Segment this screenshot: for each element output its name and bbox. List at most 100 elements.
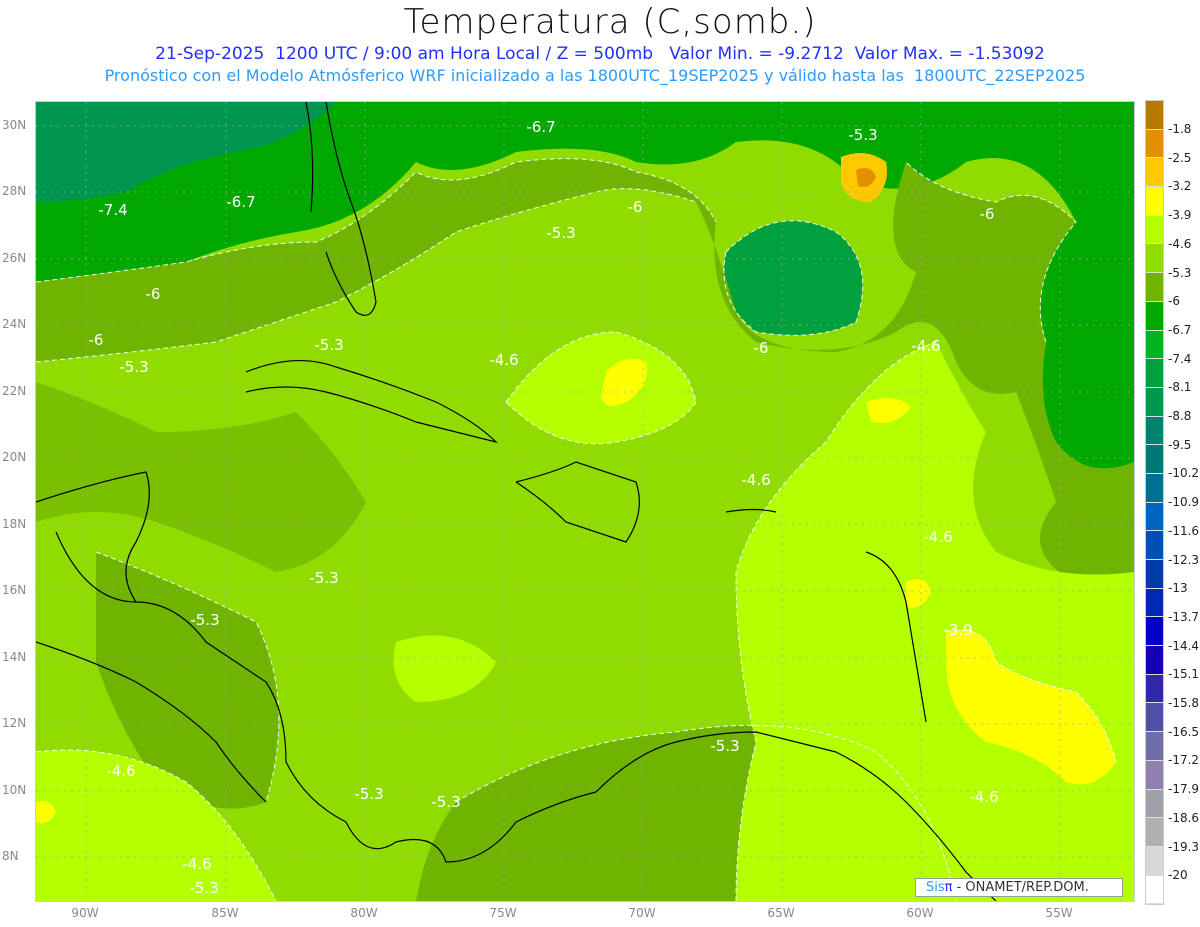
contour-label: -5.3 xyxy=(546,224,576,242)
colorbar-swatch xyxy=(1146,473,1163,503)
colorbar-swatch xyxy=(1146,215,1163,245)
field-yellowgreen-mid xyxy=(393,635,496,702)
contour-label: -4.6 xyxy=(489,351,519,369)
colorbar-swatch xyxy=(1146,818,1163,847)
lon-label: 85W xyxy=(211,906,239,920)
lon-label: 90W xyxy=(71,906,99,920)
colorbar-swatch xyxy=(1146,273,1163,302)
colorbar-label: -9.5 xyxy=(1168,437,1192,452)
colorbar-swatch xyxy=(1146,445,1163,474)
field-green-low xyxy=(724,220,863,336)
contour-label: -6.7 xyxy=(526,118,556,136)
contour-label: -4.6 xyxy=(911,337,941,355)
colorbar-swatch xyxy=(1146,301,1163,331)
colorbar-label: -4.6 xyxy=(1168,236,1192,251)
colorbar-swatch xyxy=(1146,129,1163,159)
colorbar xyxy=(1145,100,1164,906)
contour-label: -6 xyxy=(88,331,104,349)
colorbar-label: -8.8 xyxy=(1168,409,1192,423)
credit-text: - ONAMET/REP.DOM. xyxy=(956,880,1089,895)
colorbar-swatch xyxy=(1146,387,1163,417)
colorbar-label: -16.5 xyxy=(1168,724,1200,739)
colorbar-label: -8.1 xyxy=(1168,380,1192,395)
colorbar-swatch xyxy=(1146,760,1163,790)
field-yellowgreen-center xyxy=(506,332,696,444)
contour-label: -5.3 xyxy=(309,569,339,587)
colorbar-swatch xyxy=(1146,359,1163,388)
lat-label: 24N xyxy=(2,317,27,331)
colorbar-label: -6.7 xyxy=(1168,322,1192,337)
contour-label: -3.9 xyxy=(943,621,973,639)
contour-label: -5.3 xyxy=(190,611,220,629)
lat-label: 12N xyxy=(2,716,27,730)
contour-label: -5.3 xyxy=(848,126,878,144)
lat-label: 8N xyxy=(2,849,19,863)
colorbar-swatch xyxy=(1146,502,1163,532)
lat-label: 26N xyxy=(2,251,27,265)
lat-label: 20N xyxy=(2,450,27,464)
colorbar-swatch xyxy=(1146,101,1163,130)
contour-label: -5.3 xyxy=(710,737,740,755)
contour-label: -4.6 xyxy=(969,788,999,806)
lon-label: 80W xyxy=(350,906,378,920)
sispi-logo-pi: π xyxy=(944,880,953,895)
temperature-map: -6.7 -5.3 -7.4 -6.7 -6 -6 -5.3 -6 -6 -5.3 -5.3 -4.6… xyxy=(35,101,1135,902)
colorbar-swatch xyxy=(1146,674,1163,704)
colorbar-swatch xyxy=(1146,244,1163,274)
colorbar-label: -10.9 xyxy=(1168,495,1200,510)
lon-label: 70W xyxy=(628,906,656,920)
colorbar-label: -11.6 xyxy=(1168,523,1200,538)
lon-label: 75W xyxy=(489,906,517,920)
contour-label: -5.3 xyxy=(314,336,344,354)
colorbar-label: -6 xyxy=(1168,294,1180,309)
colorbar-swatch xyxy=(1146,187,1163,216)
colorbar-label: -13.7 xyxy=(1168,609,1200,624)
contour-label: -4.6 xyxy=(106,762,136,780)
colorbar-swatch xyxy=(1146,875,1163,905)
lon-label: 55W xyxy=(1045,906,1073,920)
colorbar-label: -1.8 xyxy=(1168,122,1192,136)
colorbar-label: -3.2 xyxy=(1168,179,1192,194)
colorbar-label: -15.8 xyxy=(1168,696,1200,710)
map-fields xyxy=(36,102,1134,901)
colorbar-label: -14.4 xyxy=(1168,638,1200,653)
lat-label: 14N xyxy=(2,650,27,664)
contour-label: -6 xyxy=(753,339,769,357)
colorbar-swatch xyxy=(1146,158,1163,188)
colorbar-swatch xyxy=(1146,617,1163,647)
credit-box: Sisπ - ONAMET/REP.DOM. xyxy=(915,878,1123,897)
colorbar-swatch xyxy=(1146,789,1163,819)
colorbar-label: -5.3 xyxy=(1168,265,1192,280)
contour-label: -6 xyxy=(627,198,643,216)
lat-label: 30N xyxy=(2,118,27,132)
colorbar-label: -13 xyxy=(1168,581,1188,596)
colorbar-label: -12.3 xyxy=(1168,552,1200,567)
colorbar-label: -10.2 xyxy=(1168,466,1200,481)
subtitle-model-info: Pronóstico con el Modelo Atmósferico WRF… xyxy=(104,66,1086,85)
colorbar-label: -20 xyxy=(1168,868,1188,883)
contour-label: -5.3 xyxy=(189,879,219,897)
contour-label: -5.3 xyxy=(119,358,149,376)
lon-label: 60W xyxy=(906,906,934,920)
lon-label: 65W xyxy=(767,906,795,920)
colorbar-swatch xyxy=(1146,703,1163,733)
lat-label: 10N xyxy=(2,783,27,797)
lat-label: 16N xyxy=(2,583,27,597)
colorbar-swatch xyxy=(1146,330,1163,360)
contour-label: -6.7 xyxy=(226,193,256,211)
contour-label: -5.3 xyxy=(354,785,384,803)
colorbar-swatch xyxy=(1146,560,1163,589)
subtitle-date-stats: 21-Sep-2025 1200 UTC / 9:00 am Hora Loca… xyxy=(155,44,1045,64)
lat-label: 22N xyxy=(2,384,27,398)
lat-label: 28N xyxy=(2,184,27,198)
colorbar-swatch xyxy=(1146,531,1163,560)
colorbar-swatch xyxy=(1146,846,1163,876)
contour-label: -4.6 xyxy=(741,471,771,489)
contour-label: -5.3 xyxy=(431,793,461,811)
colorbar-label: -3.9 xyxy=(1168,208,1192,223)
colorbar-label: -17.2 xyxy=(1168,753,1200,768)
colorbar-swatch xyxy=(1146,416,1163,446)
colorbar-label: -19.3 xyxy=(1168,839,1200,854)
lat-label: 18N xyxy=(2,517,27,531)
colorbar-swatch xyxy=(1146,732,1163,761)
